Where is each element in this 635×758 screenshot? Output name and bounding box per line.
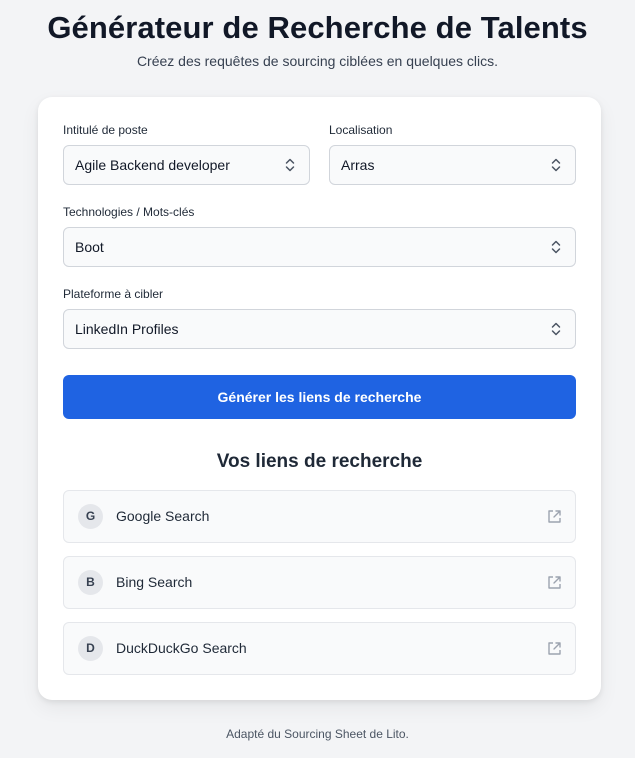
duckduckgo-badge: D (78, 636, 103, 661)
external-link-icon (548, 510, 561, 523)
search-link-label: DuckDuckGo Search (116, 640, 247, 656)
bing-badge: B (78, 570, 103, 595)
job-title-select[interactable]: Agile Backend developer (63, 145, 310, 185)
results-title: Vos liens de recherche (216, 451, 423, 472)
page-subtitle: Créez des requêtes de sourcing ciblées e… (136, 53, 499, 69)
keywords-value: Boot (75, 239, 104, 255)
external-link-icon (548, 642, 561, 655)
location-select[interactable]: Arras (329, 145, 576, 185)
chevron-up-down-icon (551, 322, 561, 336)
keywords-select[interactable]: Boot (63, 227, 576, 267)
external-link-icon (548, 576, 561, 589)
job-title-label: Intitulé de poste (63, 123, 148, 137)
platform-label: Plateforme à cibler (63, 287, 164, 301)
search-link-duckduckgo[interactable]: D DuckDuckGo Search (63, 622, 576, 675)
generator-card: Intitulé de poste Agile Backend develope… (38, 97, 601, 700)
page-title: Générateur de Recherche de Talents (47, 10, 588, 45)
page: Générateur de Recherche de Talents Créez… (0, 0, 635, 758)
google-badge: G (78, 504, 103, 529)
generate-links-button[interactable]: Générer les liens de recherche (63, 375, 576, 419)
search-link-label: Google Search (116, 508, 210, 524)
search-link-label: Bing Search (116, 574, 193, 590)
search-link-google[interactable]: G Google Search (63, 490, 576, 543)
location-label: Localisation (329, 123, 393, 137)
search-link-bing[interactable]: B Bing Search (63, 556, 576, 609)
chevron-up-down-icon (551, 158, 561, 172)
keywords-label: Technologies / Mots-clés (63, 205, 195, 219)
location-value: Arras (341, 157, 375, 173)
chevron-up-down-icon (285, 158, 295, 172)
platform-select[interactable]: LinkedIn Profiles (63, 309, 576, 349)
chevron-up-down-icon (551, 240, 561, 254)
job-title-value: Agile Backend developer (75, 157, 230, 173)
footer-credit: Adapté du Sourcing Sheet de Lito. (226, 727, 409, 741)
platform-value: LinkedIn Profiles (75, 321, 179, 337)
